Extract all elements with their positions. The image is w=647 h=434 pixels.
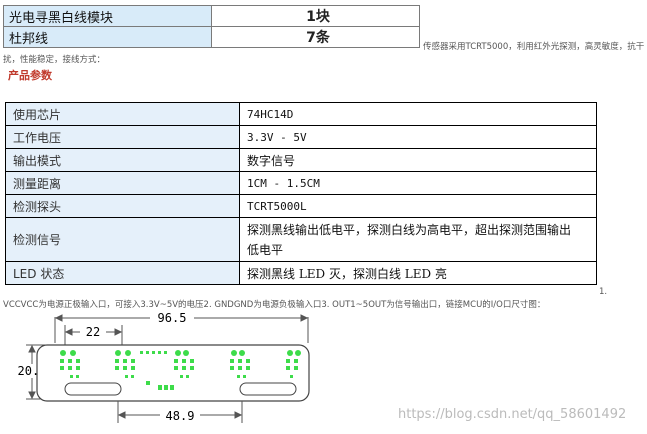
param-value: 数字信号 bbox=[239, 148, 597, 172]
param-key: 工作电压 bbox=[5, 125, 240, 149]
param-key: 使用芯片 bbox=[5, 102, 240, 126]
product-list-table: 光电寻黑白线模块 1块 杜邦线 7条 bbox=[3, 5, 420, 48]
watermark: https://blog.csdn.net/qq_58601492 bbox=[398, 407, 627, 422]
board-outline bbox=[36, 344, 310, 402]
table-row: 工作电压 3.3V - 5V bbox=[5, 125, 597, 149]
pitch-dimension-label: 22 bbox=[86, 325, 100, 339]
param-key: 检测探头 bbox=[5, 194, 240, 218]
param-key: 检测信号 bbox=[5, 217, 240, 262]
wiring-prefix: 1. bbox=[599, 287, 608, 297]
param-value-line: 探测黑线输出低电平，探测白线为高电平，超出探测范围输出 bbox=[247, 222, 572, 237]
table-row: LED 状态 探测黑线 LED 灭，探测白线 LED 亮 bbox=[5, 261, 597, 285]
table-row: 输出模式 数字信号 bbox=[5, 148, 597, 172]
table-row: 使用芯片 74HC14D bbox=[5, 102, 597, 126]
param-key: 输出模式 bbox=[5, 148, 240, 172]
product-name: 杜邦线 bbox=[3, 26, 212, 48]
dimension-drawing: 96.5 22 20.3 48.9 bbox=[14, 311, 310, 423]
param-value: 74HC14D bbox=[239, 102, 597, 126]
table-row: 杜邦线 7条 bbox=[3, 26, 420, 48]
param-value-line: 低电平 bbox=[247, 242, 284, 257]
table-row: 检测信号 探测黑线输出低电平，探测白线为高电平，超出探测范围输出 低电平 bbox=[5, 217, 597, 262]
param-key: 测量距离 bbox=[5, 171, 240, 195]
overall-dimension-label: 96.5 bbox=[158, 311, 187, 325]
param-value: 3.3V - 5V bbox=[239, 125, 597, 149]
intro-note-right: 传感器采用TCRT5000，利用红外光探测，高灵敏度，抗干 bbox=[423, 42, 645, 52]
product-name: 光电寻黑白线模块 bbox=[3, 5, 212, 27]
param-value: 探测黑线 LED 灭，探测白线 LED 亮 bbox=[239, 261, 597, 285]
intro-note-left: 扰，性能稳定，接线方式： bbox=[3, 55, 106, 65]
hole-spacing-dimension-label: 48.9 bbox=[166, 409, 195, 423]
table-row: 检测探头 TCRT5000L bbox=[5, 194, 597, 218]
section-title: 产品参数 bbox=[8, 69, 52, 82]
product-qty: 7条 bbox=[211, 26, 420, 48]
table-row: 光电寻黑白线模块 1块 bbox=[3, 5, 420, 27]
param-value: 1CM - 1.5CM bbox=[239, 171, 597, 195]
param-table: 使用芯片 74HC14D 工作电压 3.3V - 5V 输出模式 数字信号 测量… bbox=[5, 102, 597, 285]
param-value: 探测黑线输出低电平，探测白线为高电平，超出探测范围输出 低电平 bbox=[239, 217, 597, 262]
table-row: 测量距离 1CM - 1.5CM bbox=[5, 171, 597, 195]
product-qty: 1块 bbox=[211, 5, 420, 27]
param-value: TCRT5000L bbox=[239, 194, 597, 218]
param-key: LED 状态 bbox=[5, 261, 240, 285]
